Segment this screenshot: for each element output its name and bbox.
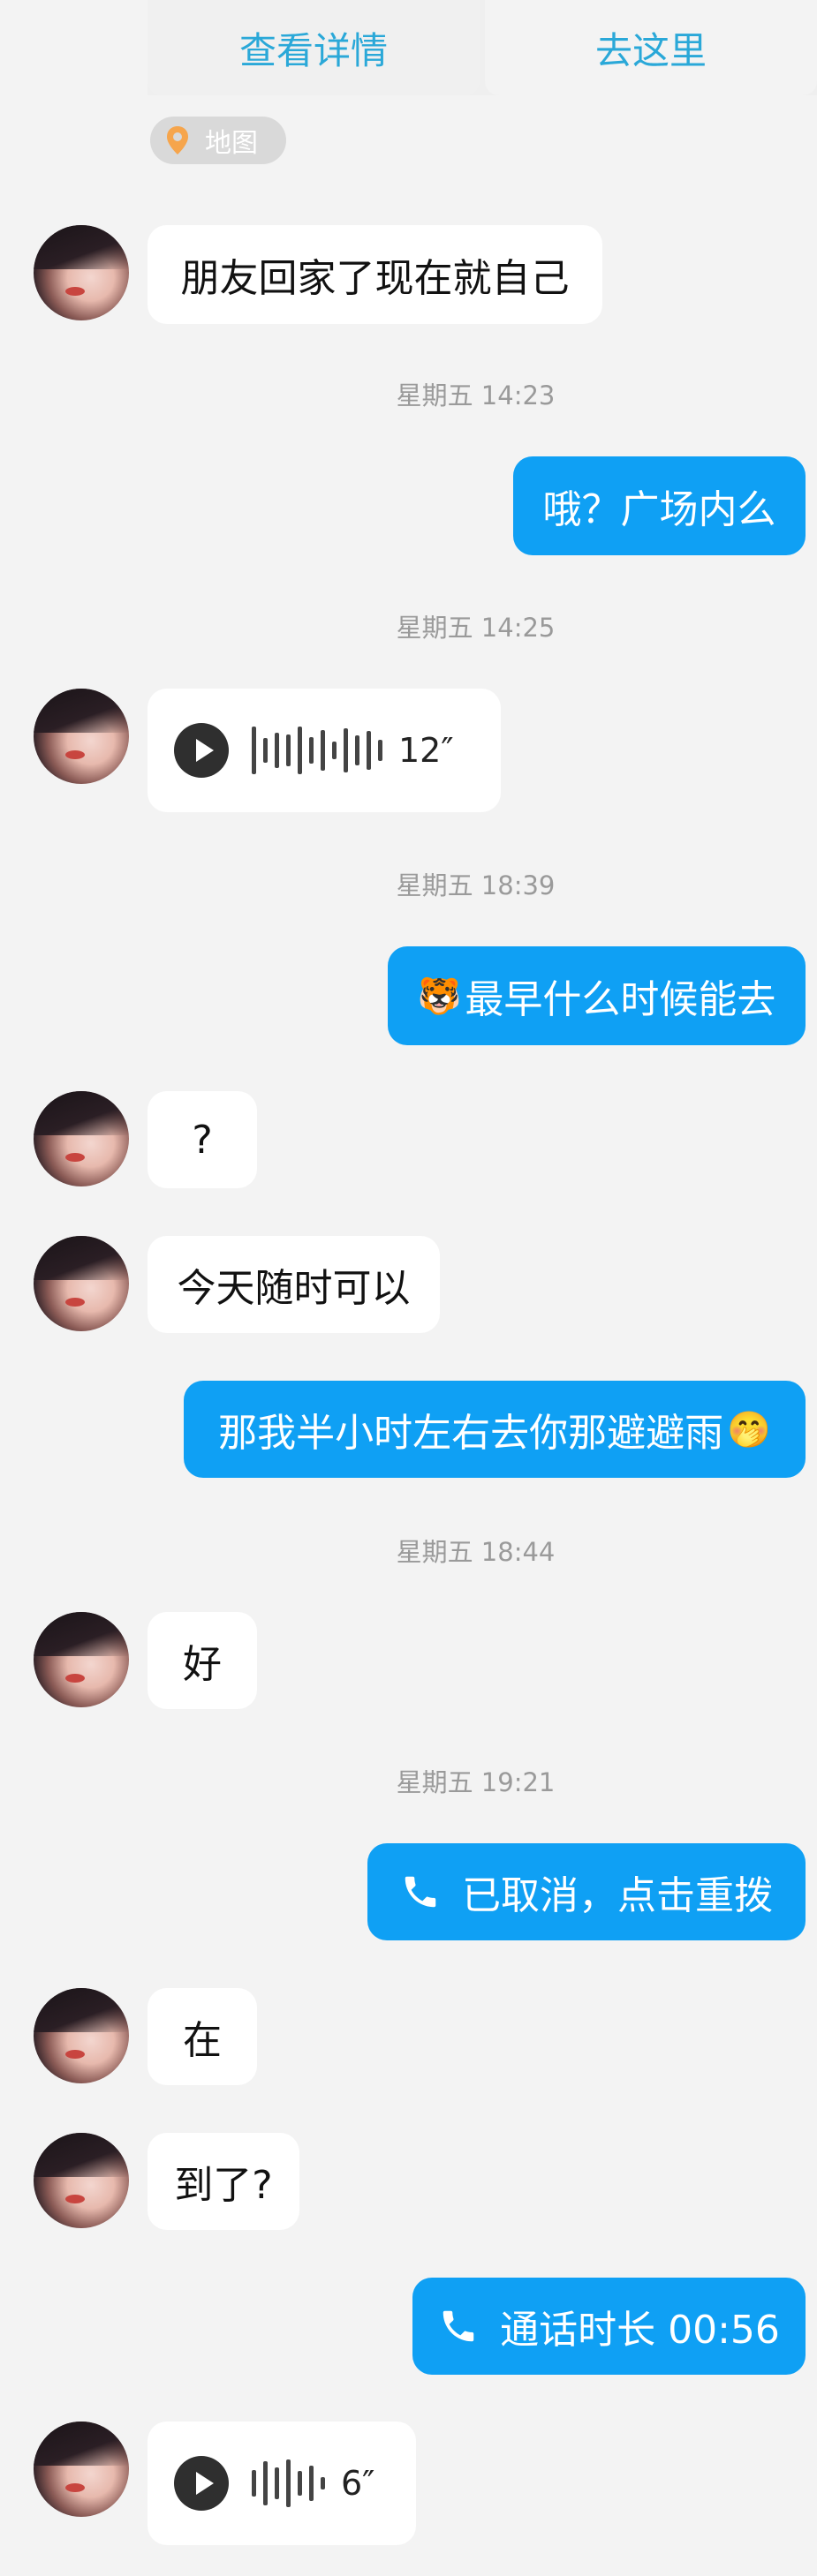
outgoing-message[interactable]: 🐯 最早什么时候能去 [388,946,806,1045]
message-text: 哦？广场内么 [542,487,776,532]
message-text: 最早什么时候能去 [465,977,776,1022]
contact-avatar[interactable] [34,225,129,320]
location-pin-icon [167,126,188,154]
contact-avatar[interactable] [34,2133,129,2228]
go-here-button[interactable]: 去这里 [485,0,817,95]
message-text: 朋友回家了现在就自己 [180,256,570,301]
incoming-message[interactable]: 好 [148,1612,257,1709]
call-record-duration[interactable]: 通话时长 00:56 [412,2278,806,2375]
contact-avatar[interactable] [34,1091,129,1186]
map-chip[interactable]: 地图 [150,117,286,164]
message-text: 到了? [174,2163,273,2208]
outgoing-message[interactable]: 哦？广场内么 [513,456,806,555]
incoming-message[interactable]: 朋友回家了现在就自己 [148,225,602,324]
incoming-message[interactable]: 今天随时可以 [148,1236,440,1333]
call-text: 通话时长 00:56 [500,2308,780,2353]
map-chip-label: 地图 [205,128,258,159]
call-text: 已取消，点击重拨 [462,1873,773,1918]
view-details-button[interactable]: 查看详情 [148,0,480,95]
waveform-icon [252,724,390,777]
phone-icon [443,2310,474,2342]
timestamp: 星期五 14:23 [396,380,556,411]
contact-avatar[interactable] [34,1988,129,2083]
incoming-message[interactable]: 到了? [148,2133,299,2230]
shy-emoji: 🤭 [727,1409,771,1450]
play-icon[interactable] [174,723,229,778]
message-text: ? [192,1117,213,1163]
timestamp: 星期五 19:21 [396,1767,556,1797]
incoming-message[interactable]: 在 [148,1988,257,2085]
message-text: 好 [183,1642,222,1687]
timestamp: 星期五 18:44 [396,1537,556,1567]
voice-duration: 12″ [398,731,454,770]
voice-message[interactable]: 6″ [148,2422,416,2545]
outgoing-message[interactable]: 那我半小时左右去你那避避雨 🤭 [184,1381,806,1478]
contact-avatar[interactable] [34,1612,129,1707]
voice-message[interactable]: 12″ [148,689,501,812]
tiger-emoji: 🐯 [417,975,462,1017]
message-text: 那我半小时左右去你那避避雨 [218,1411,724,1456]
incoming-message[interactable]: ? [148,1091,257,1188]
timestamp: 星期五 18:39 [396,870,556,900]
waveform-icon [252,2457,332,2510]
message-text: 今天随时可以 [177,1266,411,1311]
contact-avatar[interactable] [34,2422,129,2517]
voice-duration: 6″ [341,2464,375,2503]
phone-icon [405,1876,436,1908]
location-card-actions: 查看详情 去这里 [148,0,817,95]
timestamp: 星期五 14:25 [396,613,556,643]
message-text: 在 [183,2018,222,2063]
play-icon[interactable] [174,2456,229,2511]
call-record-cancelled[interactable]: 已取消，点击重拨 [367,1843,806,1940]
contact-avatar[interactable] [34,689,129,784]
contact-avatar[interactable] [34,1236,129,1331]
